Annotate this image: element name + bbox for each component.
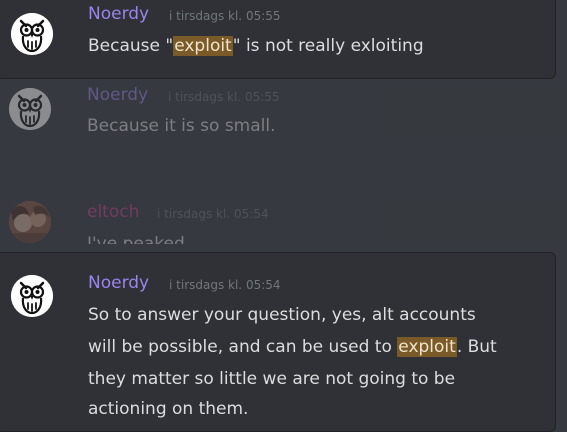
owl-icon <box>11 13 53 55</box>
message-line: actioning on them. <box>88 399 249 419</box>
author-name[interactable]: Noerdy <box>87 85 148 105</box>
timestamp: i tirsdags kl. 05:54 <box>157 207 269 221</box>
avatar[interactable] <box>9 201 51 243</box>
message-text: Because "exploit" is not really exloitin… <box>88 36 424 56</box>
search-result-card[interactable]: Noerdy i tirsdags kl. 05:54 So to answer… <box>0 252 556 432</box>
search-result-card[interactable]: Noerdy i tirsdags kl. 05:55 Because "exp… <box>0 0 556 79</box>
timestamp: i tirsdags kl. 05:55 <box>169 9 281 23</box>
avatar[interactable] <box>11 13 53 55</box>
author-name[interactable]: eltoch <box>87 202 139 222</box>
message-text: Because it is so small. <box>87 116 276 136</box>
context-message: eltoch i tirsdags kl. 05:54 I've peaked <box>0 196 567 244</box>
message-line: will be possible, and can be used to exp… <box>88 337 497 357</box>
avatar[interactable] <box>9 88 51 130</box>
search-highlight: exploit <box>173 36 233 56</box>
user-photo <box>9 201 51 243</box>
avatar[interactable] <box>11 275 53 317</box>
context-message: Noerdy i tirsdags kl. 05:55 Because it i… <box>0 82 567 140</box>
owl-icon <box>9 88 51 130</box>
author-name[interactable]: Noerdy <box>88 4 149 24</box>
message-line: So to answer your question, yes, alt acc… <box>88 305 476 325</box>
author-name[interactable]: Noerdy <box>88 273 149 293</box>
message-line: they matter so little we are not going t… <box>88 369 456 389</box>
owl-icon <box>11 275 53 317</box>
timestamp: i tirsdags kl. 05:55 <box>168 90 280 104</box>
timestamp: i tirsdags kl. 05:54 <box>169 278 281 292</box>
search-highlight: exploit <box>397 337 457 357</box>
message-text: I've peaked <box>87 234 185 244</box>
